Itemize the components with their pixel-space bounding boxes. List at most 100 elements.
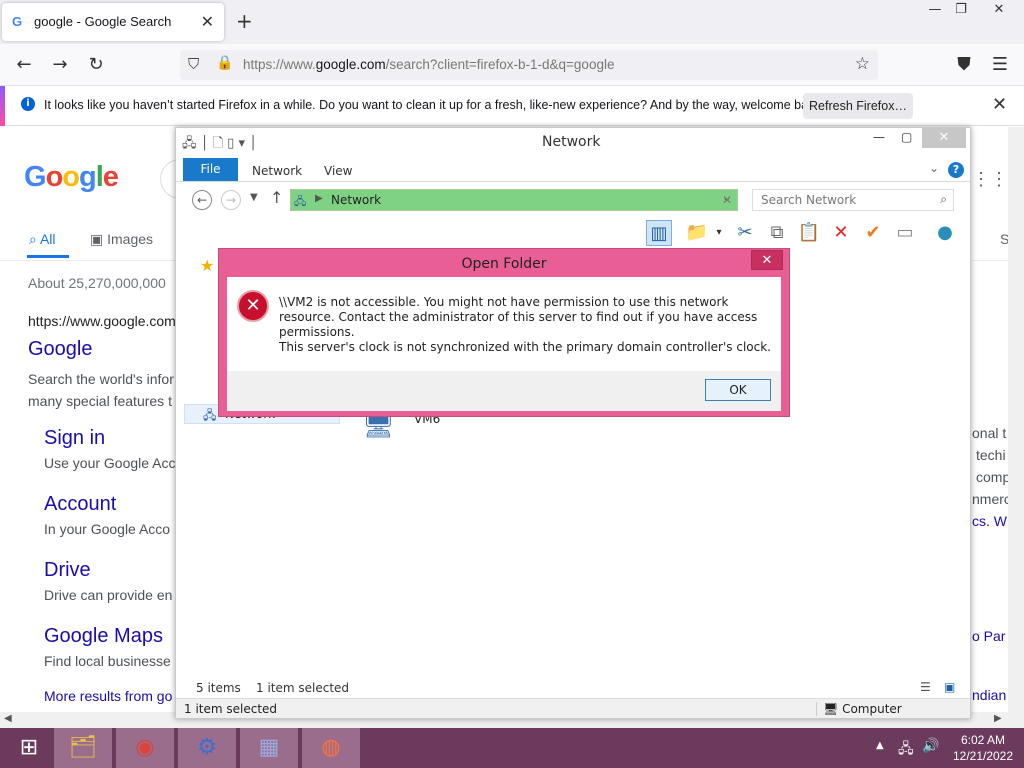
system-clock[interactable]: 6:02 AM 12/21/2022 bbox=[946, 732, 1020, 764]
sitelink-title[interactable]: Google Maps bbox=[44, 625, 163, 648]
tray-expand-icon[interactable]: ▲ bbox=[876, 740, 884, 751]
up-folder-button[interactable]: ↑ bbox=[270, 188, 283, 207]
ok-button[interactable]: OK bbox=[705, 379, 771, 401]
explorer-forward-button[interactable]: → bbox=[221, 190, 241, 210]
details-view-icon[interactable]: ☰ bbox=[920, 680, 931, 694]
right-text-fragment[interactable]: ndian bbox=[972, 687, 1006, 703]
ribbon-file-tab[interactable]: File bbox=[183, 158, 238, 181]
url-bar[interactable]: ⛉ 🔒 https://www.google.com/search?client… bbox=[180, 50, 878, 80]
notification-message: It looks like you haven’t started Firefo… bbox=[44, 98, 825, 112]
url-text[interactable]: https://www.google.com/search?client=fir… bbox=[243, 57, 614, 72]
browser-tab-bar: G google - Google Search ✕ + — ❐ ✕ bbox=[0, 0, 1024, 44]
dialog-message: \\VM2 is not accessible. You might not h… bbox=[279, 295, 758, 339]
search-placeholder: Search Network bbox=[761, 193, 857, 207]
rename-icon[interactable]: ✔ bbox=[860, 220, 886, 246]
properties-icon[interactable]: ▭ bbox=[892, 220, 918, 246]
right-text-fragment: nmerc bbox=[972, 491, 1008, 507]
server-manager-taskbar-icon[interactable]: ▦ bbox=[240, 728, 298, 768]
scroll-right-icon[interactable]: ▶ bbox=[994, 713, 1002, 724]
quick-access-toolbar[interactable]: 🖧 │ 🗋 ▯ ▾ │ bbox=[182, 134, 257, 156]
volume-icon[interactable]: 🔊 bbox=[922, 738, 939, 754]
settings-taskbar-icon[interactable]: ⚙ bbox=[178, 728, 236, 768]
explorer-title-bar[interactable]: 🖧 │ 🗋 ▯ ▾ │ Network bbox=[176, 128, 970, 158]
search-icon[interactable]: ⌕ bbox=[940, 192, 947, 207]
result-title[interactable]: Google bbox=[28, 338, 93, 361]
new-tab-button[interactable]: + bbox=[236, 9, 253, 33]
ribbon-view-tab[interactable]: View bbox=[324, 164, 352, 178]
refresh-notification-bar: i It looks like you haven’t started Fire… bbox=[0, 86, 1024, 126]
tab-cutoff[interactable]: S bbox=[1000, 231, 1008, 247]
large-icons-view-icon[interactable]: ▣ bbox=[944, 680, 955, 694]
ribbon-expand-icon[interactable]: ⌄ bbox=[929, 161, 939, 175]
ribbon-network-tab[interactable]: Network bbox=[252, 164, 302, 178]
more-results-link[interactable]: More results from go bbox=[44, 688, 172, 704]
address-location[interactable]: Network bbox=[331, 193, 381, 207]
address-bar[interactable]: 🖧 ▶ Network ⌄ bbox=[290, 189, 738, 211]
paste-icon[interactable]: 📋 bbox=[796, 220, 822, 246]
address-clear-icon[interactable]: ✕ bbox=[722, 193, 732, 207]
right-text-fragment: techi bbox=[976, 447, 1006, 463]
favorites-star-icon[interactable]: ★ bbox=[200, 256, 214, 275]
delete-icon[interactable]: ✕ bbox=[828, 220, 854, 246]
tracking-shield-icon[interactable]: ⛉ bbox=[188, 55, 199, 73]
windows-taskbar: ⊞ 🗂 ◉ ⚙ ▦ ◍ ▲ 🖧 🔊 6:02 AM 12/21/2022 bbox=[0, 728, 1024, 768]
tab-images[interactable]: ▣ Images bbox=[90, 231, 153, 248]
explorer-bottom-bar: 1 item selected 🖥 Computer bbox=[176, 698, 970, 718]
dialog-close-button[interactable]: ✕ bbox=[751, 250, 783, 270]
explorer-toolbar: ▥ 📁 ▾ ✂ ⧉ 📋 ✕ ✔ ▭ ● bbox=[640, 216, 970, 248]
firefox-taskbar-icon[interactable]: ◍ bbox=[302, 728, 360, 768]
menu-icon[interactable]: ☰ bbox=[988, 54, 1012, 75]
notification-close-icon[interactable]: ✕ bbox=[992, 94, 1007, 115]
tab-close-icon[interactable]: ✕ bbox=[201, 12, 214, 31]
google-logo[interactable]: Google bbox=[24, 161, 119, 194]
file-explorer-taskbar-icon[interactable]: 🗂 bbox=[54, 728, 112, 768]
sitelink-desc: In your Google Acco bbox=[44, 521, 171, 537]
cut-icon[interactable]: ✂ bbox=[732, 220, 758, 246]
right-text-fragment[interactable]: cs. W bbox=[972, 513, 1007, 529]
breadcrumb-arrow-icon[interactable]: ▶ bbox=[315, 193, 323, 204]
explorer-back-button[interactable]: ← bbox=[192, 190, 212, 210]
start-button[interactable]: ⊞ bbox=[0, 728, 58, 768]
preview-pane-icon[interactable]: ▥ bbox=[646, 220, 672, 246]
explorer-close-button[interactable]: ✕ bbox=[922, 128, 966, 148]
sitelink-title[interactable]: Sign in bbox=[44, 427, 105, 450]
page-vertical-scrollbar[interactable] bbox=[1008, 127, 1024, 728]
right-text-fragment: onal t bbox=[972, 425, 1007, 441]
explorer-search-input[interactable]: Search Network ⌕ bbox=[752, 189, 954, 211]
clock-time: 6:02 AM bbox=[960, 733, 1006, 747]
reload-button[interactable]: ↻ bbox=[84, 54, 108, 75]
back-button[interactable]: ← bbox=[12, 54, 36, 75]
network-icon: 🖧 bbox=[203, 408, 217, 422]
sitelink-title[interactable]: Drive bbox=[44, 559, 91, 582]
right-text-fragment[interactable]: o Par bbox=[972, 628, 1005, 644]
bottom-zone-text: 🖥 Computer bbox=[816, 702, 902, 716]
explorer-maximize-button[interactable]: ▢ bbox=[901, 130, 912, 144]
scroll-left-icon[interactable]: ◀ bbox=[4, 713, 12, 724]
sitelink-desc: Drive can provide en bbox=[44, 587, 173, 603]
window-close-button[interactable]: ✕ bbox=[984, 2, 1014, 17]
notification-accent bbox=[0, 86, 5, 126]
help-icon[interactable]: ? bbox=[948, 162, 964, 178]
toolbar-dropdown-icon[interactable]: ▾ bbox=[706, 220, 732, 246]
result-url[interactable]: https://www.google.com bbox=[28, 313, 176, 329]
item-count: 5 items bbox=[196, 681, 241, 695]
sitelink-title[interactable]: Account bbox=[44, 493, 116, 516]
lock-icon[interactable]: 🔒 bbox=[216, 55, 233, 71]
chrome-taskbar-icon[interactable]: ◉ bbox=[116, 728, 174, 768]
dialog-title-bar[interactable]: Open Folder bbox=[219, 249, 789, 277]
recent-locations-icon[interactable]: ▼ bbox=[250, 192, 258, 203]
maximize-button[interactable]: ❐ bbox=[946, 2, 976, 17]
tab-all[interactable]: ⌕ All bbox=[29, 231, 56, 248]
forward-button[interactable]: → bbox=[48, 54, 72, 75]
pocket-icon[interactable]: ⛊ bbox=[952, 54, 976, 75]
apps-grid-icon[interactable]: ⋮⋮⋮ bbox=[972, 169, 1008, 190]
network-globe-icon[interactable]: ● bbox=[932, 220, 958, 246]
copy-icon[interactable]: ⧉ bbox=[764, 220, 790, 246]
browser-tab[interactable]: G google - Google Search ✕ bbox=[2, 3, 224, 41]
refresh-firefox-button[interactable]: Refresh Firefox… bbox=[803, 93, 913, 119]
navigation-bar: ← → ↻ ⛉ 🔒 https://www.google.com/search?… bbox=[0, 44, 1024, 86]
explorer-minimize-button[interactable]: — bbox=[873, 130, 885, 144]
dialog-title: Open Folder bbox=[461, 256, 547, 272]
network-tray-icon[interactable]: 🖧 bbox=[898, 738, 914, 762]
bookmark-star-icon[interactable]: ☆ bbox=[855, 54, 870, 74]
